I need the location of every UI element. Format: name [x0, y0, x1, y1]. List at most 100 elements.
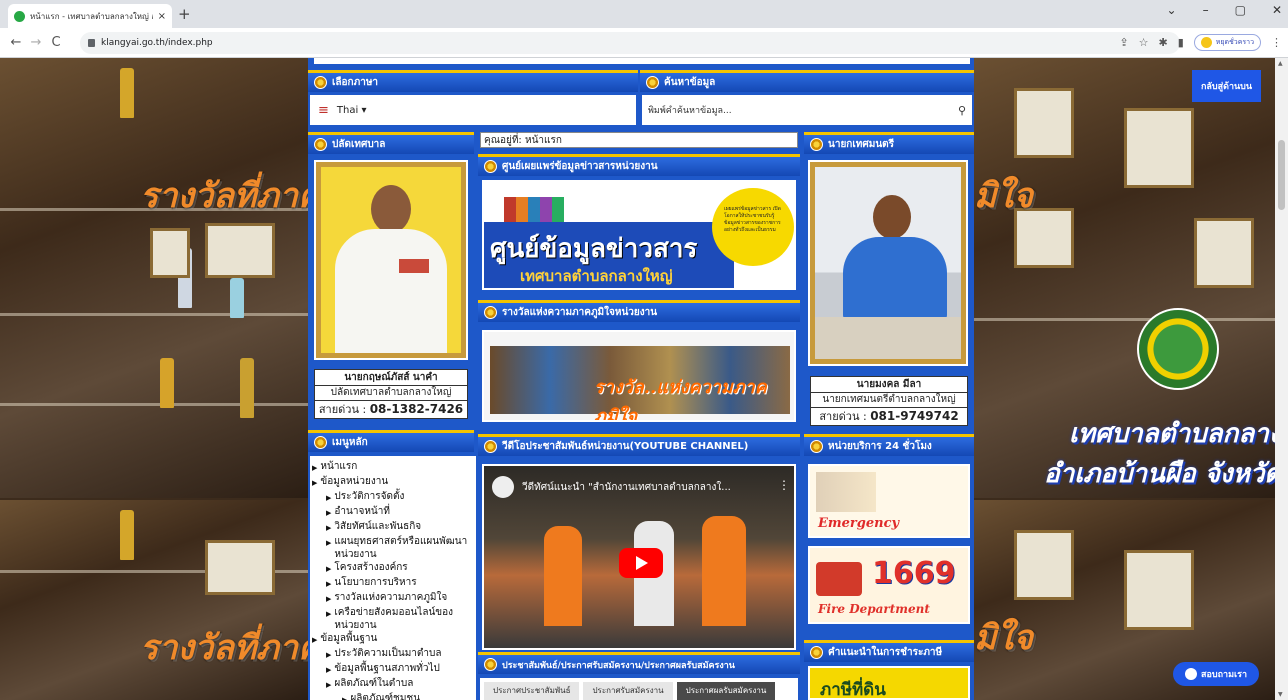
video-more-icon[interactable]: ⋮	[778, 478, 790, 492]
plaque	[1194, 218, 1254, 288]
menu-arrow-icon: ▶	[312, 479, 318, 487]
menu-item-label: ประวัติการจัดตั้ง	[334, 491, 405, 502]
minimize-button[interactable]: –	[1203, 3, 1209, 17]
menu-item[interactable]: ▶ นโยบายการบริหาร	[312, 576, 472, 591]
back-to-top-button[interactable]: กลับสู่ด้านบน	[1192, 70, 1261, 102]
menu-arrow-icon: ▶	[326, 565, 332, 573]
fire-number: 1669	[872, 556, 956, 591]
menu-item[interactable]: ▶ เครือข่ายสังคมออนไลน์ของหน่วยงาน	[312, 606, 472, 632]
award-banner[interactable]: รางวัล..แห่งความภาคภูมิใจ	[482, 330, 796, 422]
menu-item[interactable]: ▶ ผลิตภัณฑ์ชุมชน	[312, 692, 472, 700]
messenger-icon	[1184, 668, 1197, 680]
emergency-banner[interactable]: Emergency	[808, 464, 970, 538]
close-window-button[interactable]: ✕	[1272, 3, 1282, 17]
section-bullet-icon	[314, 76, 327, 89]
right-official-position: นายกเทศมนตรีตำบลกลางใหญ่	[811, 393, 967, 408]
tax-banner[interactable]: ภาษีที่ดิน	[808, 666, 970, 700]
right-official-header-text: นายกเทศมนตรี	[828, 139, 895, 150]
left-official-hotline: สายด่วน : 08-1382-7426	[315, 401, 467, 418]
menu-item[interactable]: ▶ รางวัลแห่งความภาคภูมิใจ	[312, 591, 472, 606]
background-caption: มิใจ	[974, 618, 1033, 658]
top-strip	[314, 58, 970, 64]
maximize-button[interactable]: ▢	[1235, 3, 1246, 17]
section-bullet-icon	[484, 306, 497, 319]
tab-job-openings[interactable]: ประกาศรับสมัครงาน	[583, 682, 673, 700]
menu-item[interactable]: ▶ หน้าแรก	[312, 460, 472, 475]
reload-icon[interactable]: C	[46, 35, 66, 50]
menu-item[interactable]: ▶ ผลิตภัณฑ์ในตำบล	[312, 677, 472, 692]
portrait-head	[371, 185, 411, 233]
menu-item[interactable]: ▶ โครงสร้างองค์กร	[312, 561, 472, 576]
sidepanel-icon[interactable]: ▮	[1178, 36, 1184, 49]
menu-item-label: ประวัติความเป็นมาตำบล	[334, 648, 442, 659]
tab-search-icon[interactable]: ⌄	[1167, 3, 1177, 17]
extensions-puzzle-icon[interactable]: ✱	[1158, 36, 1167, 49]
menu-arrow-icon: ▶	[312, 636, 318, 644]
menu-item-label: แผนยุทธศาสตร์หรือแผนพัฒนาหน่วยงาน	[334, 536, 468, 560]
pr-tabs: ประกาศประชาสัมพันธ์ ประกาศรับสมัครงาน ปร…	[484, 682, 776, 700]
menu-item[interactable]: ▶ วิสัยทัศน์และพันธกิจ	[312, 520, 472, 535]
language-selected-value: Thai ▾	[336, 104, 367, 116]
tax-header: คำแนะนำในการชำระภาษี	[804, 640, 974, 662]
search-icon[interactable]: ⚲	[958, 104, 966, 117]
tab-job-results[interactable]: ประกาศผลรับสมัครงาน	[676, 682, 776, 700]
profile-button[interactable]: หยุดชั่วคราว	[1193, 34, 1261, 51]
pr-header: ประชาสัมพันธ์/ประกาศรับสมัครงาน/ประกาศผล…	[478, 652, 800, 674]
scroll-down-icon[interactable]: ▼	[1278, 691, 1283, 698]
background-caption: รางวัลที่ภาคภู	[140, 176, 308, 216]
menu-item-label: ผลิตภัณฑ์ชุมชน	[350, 693, 421, 700]
menu-item-label: วิสัยทัศน์และพันธกิจ	[334, 521, 422, 532]
youtube-video-player[interactable]: วีดีทัศน์แนะนำ "สำนักงานเทศบาลตำบลกลางใ.…	[482, 464, 796, 650]
scroll-up-icon[interactable]: ▲	[1278, 60, 1283, 67]
hamburger-icon: ≡	[318, 102, 329, 118]
shelf	[0, 403, 308, 406]
search-header-text: ค้นหาข้อมูล	[664, 77, 716, 88]
menu-item[interactable]: ▶ ข้อมูลพื้นฐาน	[312, 632, 472, 647]
trophy	[120, 68, 134, 118]
background-caption: รางวัลที่ภาคภู	[140, 628, 308, 668]
menu-arrow-icon: ▶	[326, 610, 332, 618]
menu-arrow-icon: ▶	[326, 651, 332, 659]
background-photo-left-bottom: รางวัลที่ภาคภู	[0, 500, 308, 700]
menu-arrow-icon: ▶	[326, 681, 332, 689]
bookmark-star-icon[interactable]: ☆	[1139, 36, 1149, 49]
menu-item-label: อำนาจหน้าที่	[334, 506, 390, 517]
page-scrollbar[interactable]: ▲ ▼	[1275, 58, 1288, 700]
new-tab-button[interactable]: +	[178, 5, 191, 23]
language-select[interactable]: ≡ Thai ▾	[310, 95, 636, 125]
tab-pr-announcements[interactable]: ประกาศประชาสัมพันธ์	[484, 682, 580, 700]
hotline-number: 081-9749742	[870, 409, 959, 423]
org-name-line1: เทศบาลตำบลกลางใหญ่	[1069, 419, 1275, 449]
portrait-head	[873, 195, 911, 239]
browser-menu-icon[interactable]: ⋮	[1271, 36, 1282, 49]
background-photo-left-top: รางวัลที่ภาคภู	[0, 58, 308, 498]
share-icon[interactable]: ⇪	[1119, 36, 1128, 49]
menu-arrow-icon: ▶	[312, 464, 318, 472]
browser-tab[interactable]: หน้าแรก - เทศบาลตำบลกลางใหญ่ อ.บ้านผือ จ…	[8, 4, 172, 28]
menu-arrow-icon: ▶	[342, 696, 348, 700]
trophy	[120, 510, 134, 560]
menu-item[interactable]: ▶ ข้อมูลหน่วยงาน	[312, 475, 472, 490]
right-official-photo	[808, 160, 968, 366]
url-field[interactable]: klangyai.go.th/index.php	[80, 32, 1180, 54]
scrollbar-thumb[interactable]	[1278, 140, 1285, 210]
menu-item[interactable]: ▶ ประวัติการจัดตั้ง	[312, 490, 472, 505]
youtube-play-icon[interactable]	[619, 548, 663, 578]
back-arrow-icon[interactable]: ←	[6, 35, 26, 50]
award-caption: รางวัล..แห่งความภาคภูมิใจ	[594, 377, 767, 422]
portrait-medals	[399, 259, 429, 273]
forward-arrow-icon[interactable]: →	[26, 35, 46, 50]
menu-item[interactable]: ▶ ประวัติความเป็นมาตำบล	[312, 647, 472, 662]
search-input[interactable]: พิมพ์คำค้นหาข้อมูล... ⚲	[642, 95, 972, 125]
info-center-banner[interactable]: ศูนย์ข้อมูลข่าวสาร เทศบาลตำบลกลางใหญ่ เผ…	[482, 180, 796, 290]
search-header: ค้นหาข้อมูล	[640, 70, 974, 92]
fire-department-banner[interactable]: 1669 Fire Department	[808, 546, 970, 624]
section-bullet-icon	[314, 138, 327, 151]
menu-item[interactable]: ▶ ข้อมูลพื้นฐานสภาพทั่วไป	[312, 662, 472, 677]
menu-item[interactable]: ▶ อำนาจหน้าที่	[312, 505, 472, 520]
breadcrumb: คุณอยู่ที่: หน้าแรก	[480, 132, 798, 148]
tab-close-icon[interactable]: ×	[158, 11, 166, 22]
menu-item[interactable]: ▶ แผนยุทธศาสตร์หรือแผนพัฒนาหน่วยงาน	[312, 535, 472, 561]
chat-button[interactable]: สอบถามเรา	[1173, 662, 1259, 686]
play-triangle	[636, 556, 648, 570]
